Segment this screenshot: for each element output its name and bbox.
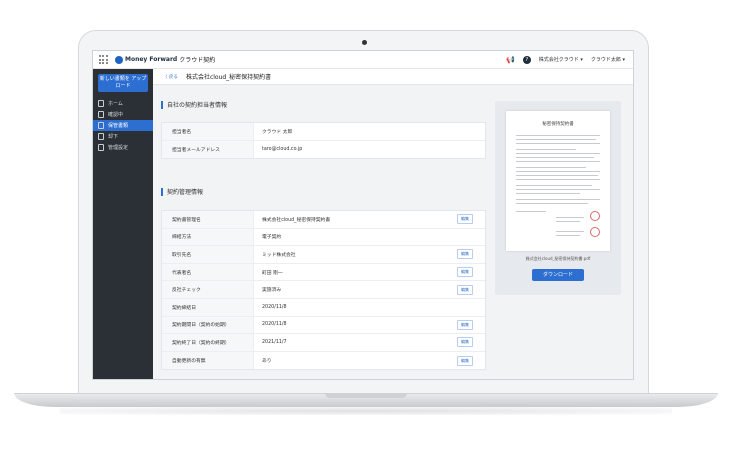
field-label: 取引先名 [162,246,254,263]
upload-document-button[interactable]: 新しい書類を アップロード [98,74,148,92]
sidebar-item-rejected[interactable]: 却下 [93,131,153,142]
owner-section-title: 自社の契約担当者情報 [161,100,227,109]
logo-text: Money Forward [125,56,178,63]
field-value: 電子契約 [262,235,282,241]
table-row: 契約締結日 2020/11/8 [162,298,485,317]
edit-button[interactable]: 編集 [457,249,473,260]
help-icon[interactable]: ? [522,55,531,64]
logo-mark-icon [115,55,123,64]
sidebar-item-stored-documents[interactable]: 保管書類 [93,120,153,131]
field-value: taro@cloud.co.jp [262,146,303,152]
field-label: 契約締結日 [162,298,254,316]
document-thumbnail-title: 秘密保持契約書 [542,122,574,127]
field-label: 契約終了日（契約の終期） [162,334,254,351]
file-name: 株式会社cloud_秘密保持契約書.pdf [525,256,591,261]
field-value: 実施済み [262,288,282,294]
sidebar: 新しい書類を アップロード ホーム 確認中 保管書類 却下 管理設定 [93,69,153,379]
back-link[interactable]: 〈 戻る [163,74,178,80]
table-row: 自動更新の有無 あり 編集 [162,351,485,370]
app-grid-icon[interactable] [97,54,109,66]
field-label: 契約書管理名 [162,211,254,228]
page-title: 株式会社cloud_秘密保持契約書 [185,74,272,81]
company-switcher[interactable]: 株式会社クラウド ▾ [539,56,583,63]
seal-stamp-icon [590,211,600,221]
contract-section-title: 契約管理情報 [161,187,203,196]
megaphone-icon[interactable]: 📢 [506,56,515,64]
sidebar-item-label: 管理設定 [108,145,129,151]
table-row: 担当者メールアドレス taro@cloud.co.jp [162,140,485,159]
brand-logo[interactable]: Money Forward クラウド契約 [115,55,215,64]
header-actions: 📢 ? 株式会社クラウド ▾ クラウド太郎 ▾ [506,55,633,64]
field-value: クラウド 太郎 [262,129,293,135]
table-row: 契約期間日（契約の始期） 2020/11/8 編集 [162,316,485,335]
download-button[interactable]: ダウンロード [532,269,584,281]
field-label: 自動更新の有無 [162,351,254,370]
edit-button[interactable]: 編集 [457,267,473,278]
field-value: ミッド株式会社 [262,252,296,258]
section-title-text: 契約管理情報 [167,189,204,196]
field-value: 町田 剛一 [262,270,283,276]
laptop-mockup: Money Forward クラウド契約 📢 ? 株式会社クラウド ▾ クラウド… [0,0,732,460]
document-icon [98,111,104,118]
app-header: Money Forward クラウド契約 📢 ? 株式会社クラウド ▾ クラウド… [93,51,633,69]
document-icon [98,133,104,140]
field-label: 契約期間日（契約の始期） [162,316,254,334]
sidebar-item-home[interactable]: ホーム [93,98,153,109]
field-label: 担当者名 [162,123,254,140]
field-value: 2020/11/8 [262,304,287,310]
field-label: 担当者メールアドレス [162,140,254,159]
field-value: 2020/11/8 [262,322,287,328]
table-row: 締結方法 電子契約 [162,228,485,247]
camera-dot [362,40,367,45]
field-value: 株式会社cloud_秘密保持契約書 [262,217,331,223]
field-label: 代表者名 [162,263,254,281]
edit-button[interactable]: 編集 [457,337,473,348]
sidebar-item-label: 保管書類 [108,123,129,129]
section-accent-bar [161,100,163,109]
table-row: 契約終了日（契約の終期） 2021/11/7 編集 [162,334,485,352]
laptop-shadow [60,407,672,415]
edit-button[interactable]: 編集 [457,214,473,225]
document-icon [98,100,104,107]
edit-button[interactable]: 編集 [457,284,473,295]
page-titlebar: 〈 戻る 株式会社cloud_秘密保持契約書 [153,69,633,85]
table-row: 代表者名 町田 剛一 編集 [162,263,485,282]
sidebar-item-label: ホーム [108,101,123,107]
field-value: 2021/11/7 [262,339,287,345]
sidebar-item-reviewing[interactable]: 確認中 [93,109,153,120]
section-accent-bar [161,187,163,196]
table-row: 担当者名 クラウド 太郎 [162,123,485,141]
field-value: あり [262,359,272,365]
field-label: 締結方法 [162,228,254,246]
user-menu[interactable]: クラウド太郎 ▾ [591,56,625,63]
field-label: 反社チェック [162,281,254,298]
main-content: 〈 戻る 株式会社cloud_秘密保持契約書 自社の契約担当者情報 担当者名 ク… [153,69,633,379]
sidebar-item-label: 確認中 [108,112,124,118]
contract-info-table: 契約書管理名 株式会社cloud_秘密保持契約書 編集 締結方法 電子契約 取引… [161,210,486,371]
table-row: 契約書管理名 株式会社cloud_秘密保持契約書 編集 [162,211,485,229]
document-icon [98,144,104,151]
edit-button[interactable]: 編集 [457,355,473,366]
edit-button[interactable]: 編集 [457,319,473,330]
document-preview-panel: 秘密保持契約書 株式会社cloud_秘密保持契約書.pdf ダウンロード [495,101,621,295]
document-thumbnail[interactable]: 秘密保持契約書 [506,111,610,251]
table-row: 反社チェック 実施済み 編集 [162,281,485,299]
laptop-notch [325,393,407,398]
product-name: クラウド契約 [179,57,216,64]
table-row: 取引先名 ミッド株式会社 編集 [162,246,485,264]
sidebar-item-settings[interactable]: 管理設定 [93,142,153,153]
sidebar-item-label: 却下 [108,134,119,140]
section-title-text: 自社の契約担当者情報 [167,102,228,109]
document-icon [98,122,104,129]
seal-stamp-icon [590,227,600,237]
owner-info-table: 担当者名 クラウド 太郎 担当者メールアドレス taro@cloud.co.jp [161,122,486,160]
laptop-screen: Money Forward クラウド契約 📢 ? 株式会社クラウド ▾ クラウド… [92,50,634,380]
